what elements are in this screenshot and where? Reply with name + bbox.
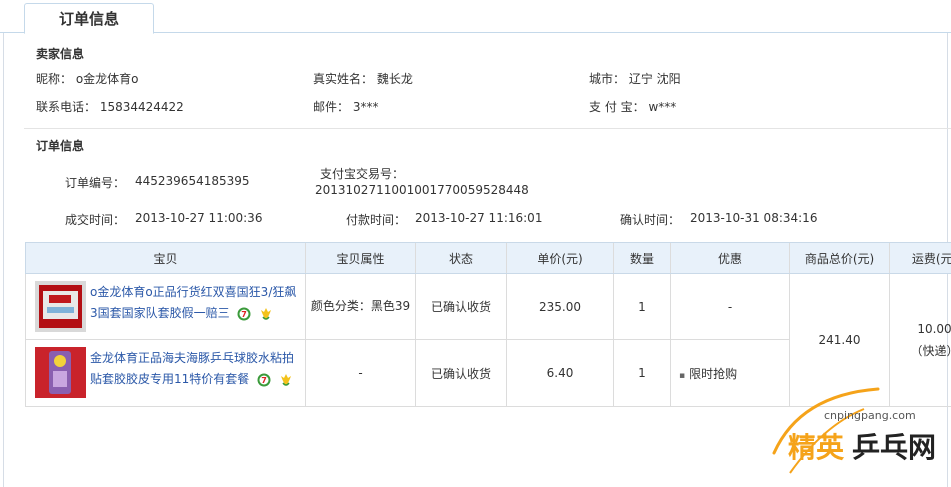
- seven-day-return-icon: 7: [257, 373, 271, 386]
- svg-text:7: 7: [242, 310, 248, 319]
- order-no-label: 订单编号：: [65, 176, 126, 190]
- cnpingpang-logo: cnpingpang.com 精英 乒乓网: [772, 387, 936, 474]
- product-thumbnail[interactable]: [35, 347, 86, 398]
- seller-alipay: 支 付 宝： w***: [589, 100, 677, 114]
- col-header-price: 单价(元): [506, 242, 614, 274]
- pay-time-label: 付款时间：: [346, 213, 407, 227]
- item-price: 6.40: [506, 339, 614, 407]
- watermark-url: cnpingpang.com: [824, 409, 916, 422]
- col-header-discount: 优惠: [670, 242, 790, 274]
- seller-realname: 真实姓名： 魏长龙: [313, 72, 413, 86]
- col-header-item: 宝贝: [25, 242, 306, 274]
- divider: [24, 128, 951, 129]
- order-no-value: 445239654185395: [135, 174, 250, 188]
- product-thumbnail[interactable]: [35, 281, 86, 332]
- consumer-protection-icon: [261, 307, 272, 320]
- col-header-total: 商品总价(元): [789, 242, 890, 274]
- shipping-method: （快递）: [910, 343, 951, 358]
- consumer-protection-icon: [280, 373, 291, 386]
- table-header-row: 宝贝 宝贝属性 状态 单价(元) 数量 优惠 商品总价(元) 运费(元): [25, 242, 951, 274]
- item-price: 235.00: [506, 273, 614, 340]
- goods-table: 宝贝 宝贝属性 状态 单价(元) 数量 优惠 商品总价(元) 运费(元) o金龙…: [25, 242, 951, 407]
- col-header-attr: 宝贝属性: [305, 242, 416, 274]
- deal-time-value: 2013-10-27 11:00:36: [135, 211, 263, 225]
- tab-order-info[interactable]: 订单信息: [24, 3, 154, 34]
- product-link[interactable]: 金龙体育正品海夫海豚乒乓球胶水粘拍贴套胶胶皮专用11特价有套餐 7: [90, 348, 300, 390]
- svg-text:7: 7: [261, 376, 267, 385]
- item-status: 已确认收货: [415, 339, 507, 407]
- product-link[interactable]: o金龙体育o正品行货红双喜国狂3/狂飙3国套国家队套胶假一赔三 7: [90, 282, 300, 324]
- alipay-no-value: 2013102711001001770059528448: [315, 183, 529, 197]
- item-qty: 1: [613, 273, 671, 340]
- seller-phone: 联系电话： 15834424422: [36, 100, 184, 114]
- watermark-brand-jingying: 精英: [788, 431, 845, 464]
- seller-city: 城市： 辽宁 沈阳: [589, 72, 681, 86]
- shipping-fee: 10.00: [917, 321, 951, 336]
- item-discount: -: [670, 273, 790, 340]
- alipay-no-label: 支付宝交易号：: [320, 167, 405, 181]
- seven-day-return-icon: 7: [237, 307, 251, 320]
- item-cell: o金龙体育o正品行货红双喜国狂3/狂飙3国套国家队套胶假一赔三 7: [25, 273, 306, 340]
- deal-time-label: 成交时间：: [65, 213, 126, 227]
- seller-section-title: 卖家信息: [36, 47, 85, 61]
- col-header-shipping: 运费(元): [889, 242, 951, 274]
- col-header-status: 状态: [415, 242, 507, 274]
- pay-time-value: 2013-10-27 11:16:01: [415, 211, 543, 225]
- bullet-icon: ▪: [679, 370, 686, 381]
- order-section-title: 订单信息: [36, 139, 85, 153]
- seller-email: 邮件： 3***: [313, 100, 379, 114]
- seller-nickname: 昵称： o金龙体育o: [36, 72, 139, 86]
- table-row: o金龙体育o正品行货红双喜国狂3/狂飙3国套国家队套胶假一赔三 7 颜色分类：黑…: [25, 273, 951, 407]
- item-attr: 颜色分类：黑色39: [305, 273, 416, 340]
- item-qty: 1: [613, 339, 671, 407]
- item-status: 已确认收货: [415, 273, 507, 340]
- confirm-time-value: 2013-10-31 08:34:16: [690, 211, 818, 225]
- item-cell: 金龙体育正品海夫海豚乒乓球胶水粘拍贴套胶胶皮专用11特价有套餐 7: [25, 339, 306, 407]
- confirm-time-label: 确认时间：: [620, 213, 681, 227]
- col-header-qty: 数量: [613, 242, 671, 274]
- item-attr: -: [305, 339, 416, 407]
- tab-bar: 订单信息: [0, 0, 951, 34]
- watermark-brand-pingpang: 乒乓网: [852, 431, 936, 464]
